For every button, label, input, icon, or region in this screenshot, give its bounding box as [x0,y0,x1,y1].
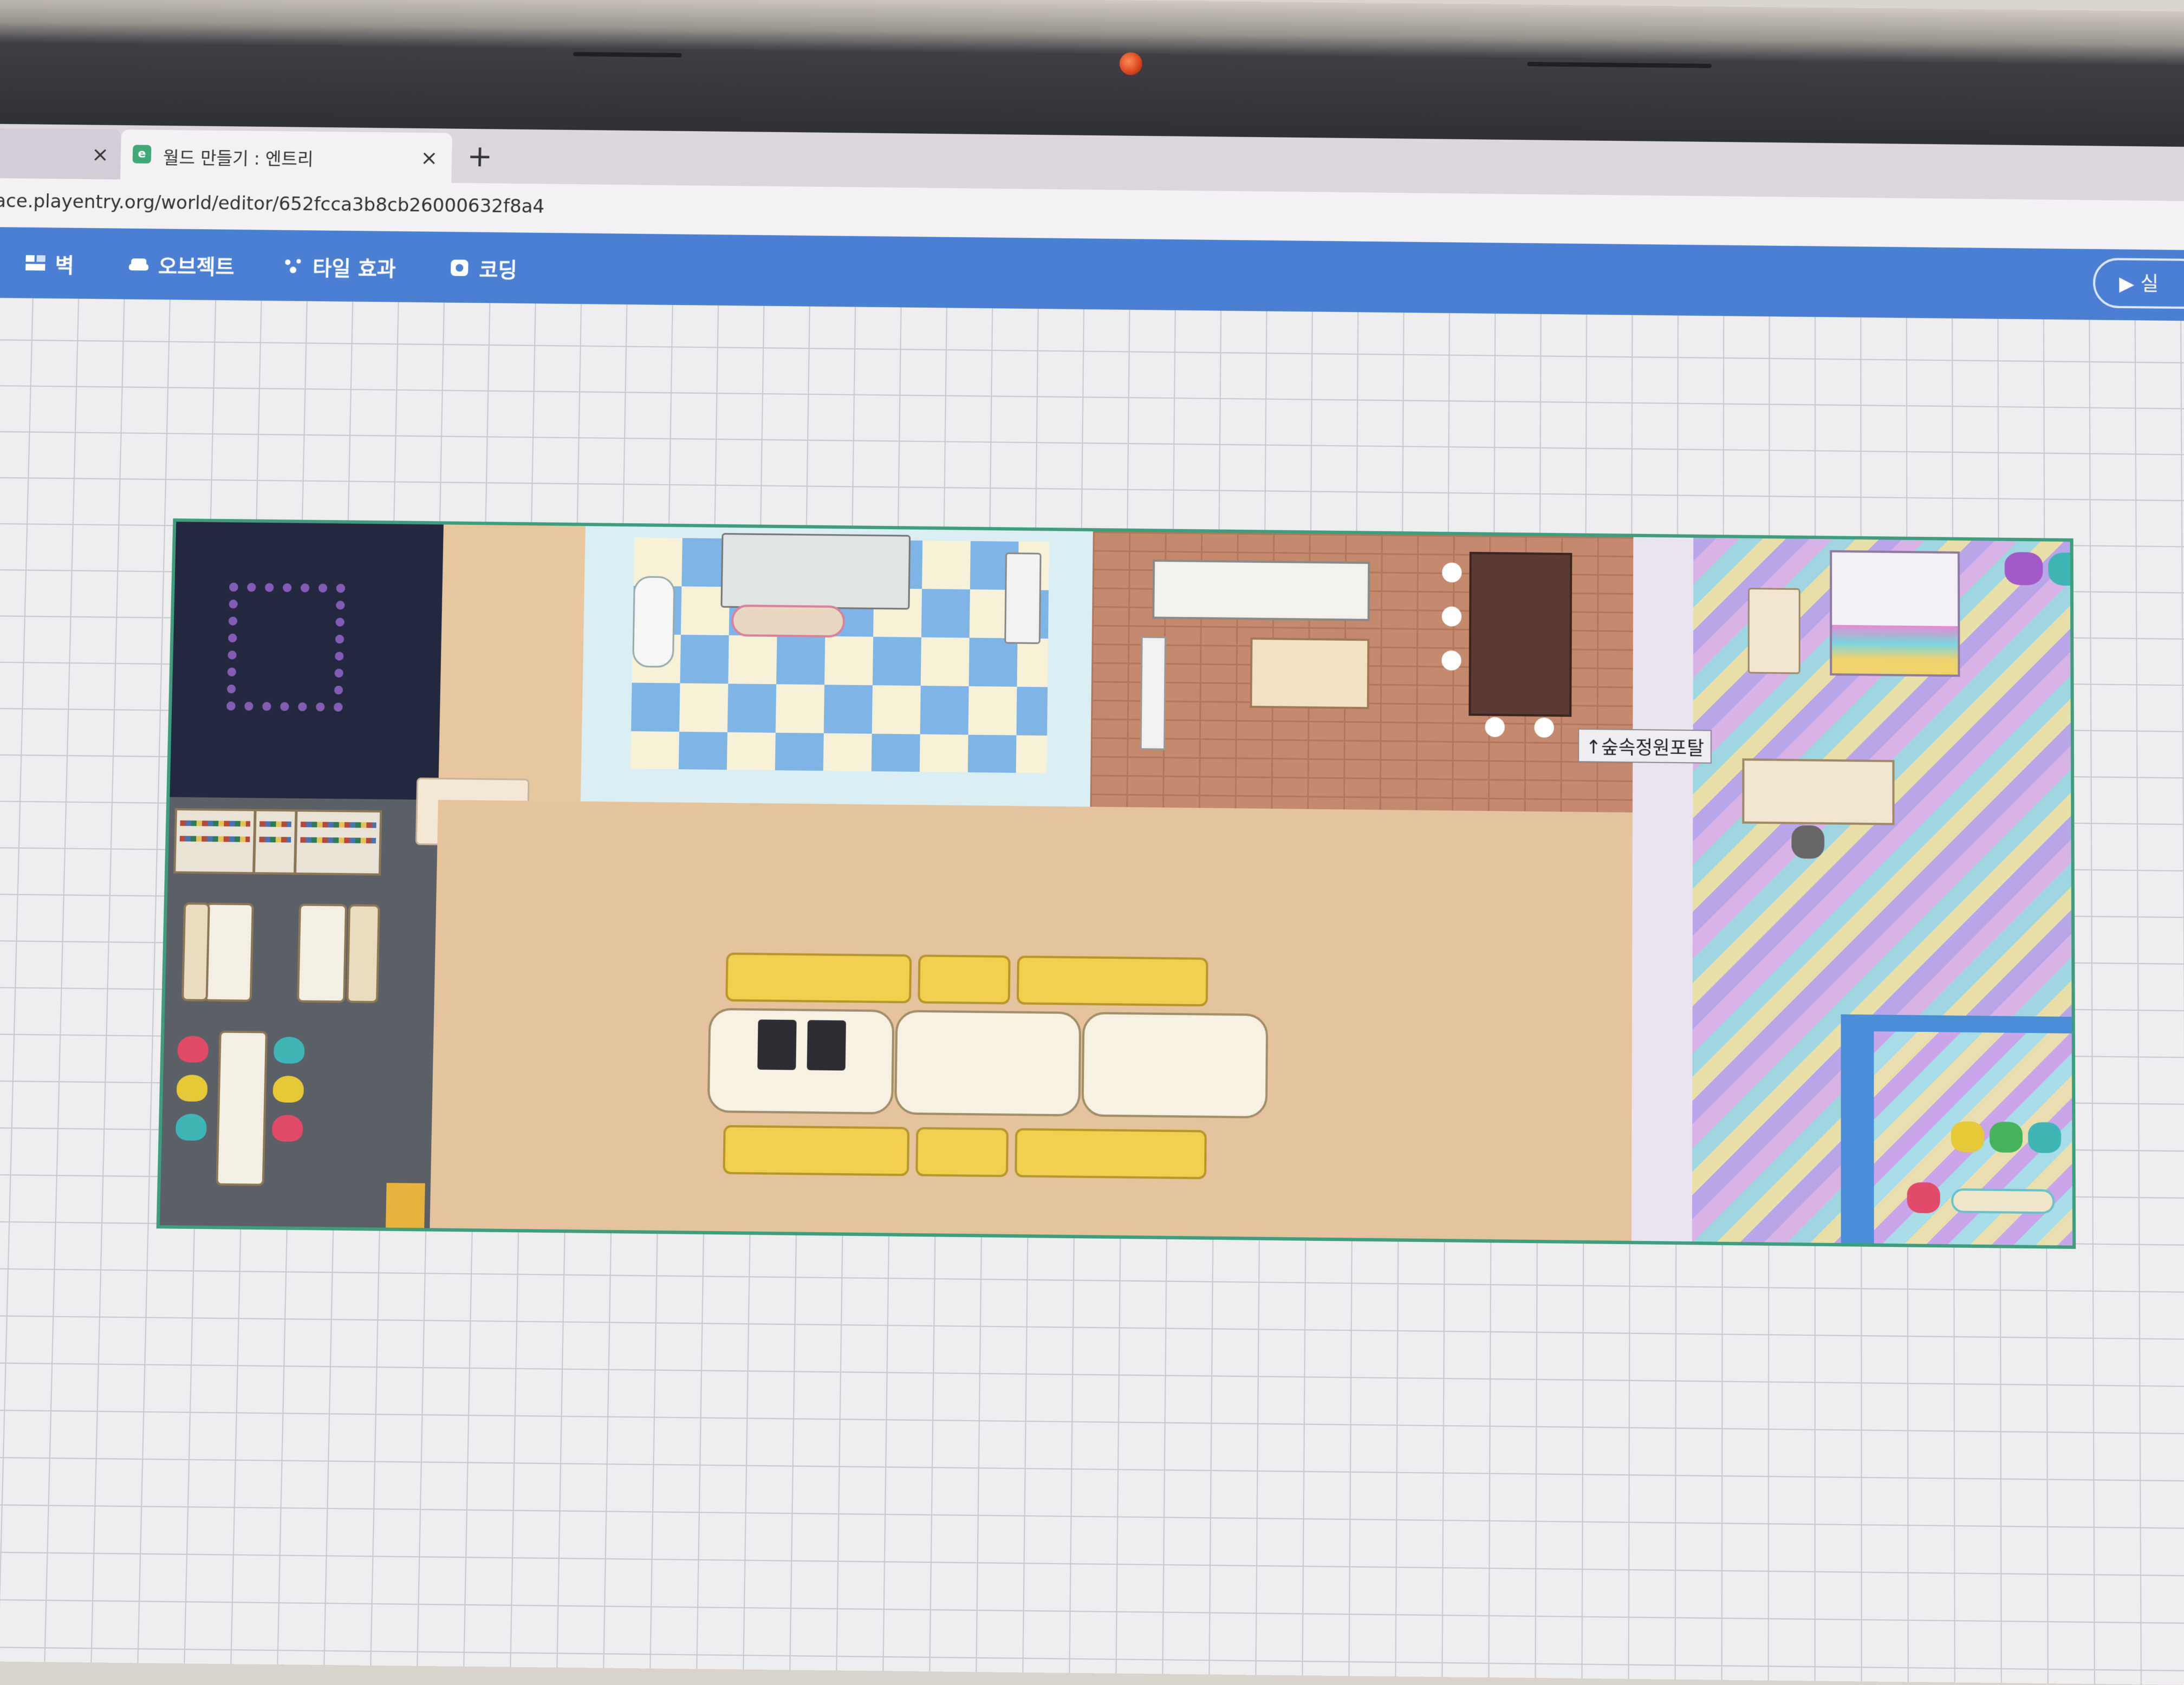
toolbar-coding-button[interactable]: 코딩 [448,252,517,283]
toolbar-item-label: 코딩 [478,257,517,282]
coding-icon [450,259,469,276]
sofa[interactable] [1015,1128,1207,1180]
stool[interactable] [1442,562,1462,583]
sofa[interactable] [725,952,912,1004]
portal-label[interactable]: ↑숲속정원포탈 [1578,728,1712,764]
kitchen-counter[interactable] [1152,559,1370,621]
beanbag[interactable] [1907,1182,1940,1214]
sofa[interactable] [915,1127,1009,1177]
toolbar-object-button[interactable]: 오브젝트 [127,249,235,280]
bookshelf[interactable] [294,809,382,876]
beanbag[interactable] [272,1075,304,1103]
computer-monitor[interactable] [757,1019,797,1070]
bathroom[interactable] [580,526,1093,807]
bench[interactable] [346,904,380,1004]
stool[interactable] [1441,650,1461,671]
bed[interactable] [1830,550,1960,677]
new-tab-button[interactable]: + [467,139,493,174]
tab-close-icon[interactable]: × [420,146,438,170]
pizza-table[interactable] [1081,1012,1269,1119]
screen: × e 월드 만들기 : 엔트리 × + ace.playentry.org/w… [0,123,2184,1685]
beanbag[interactable] [273,1036,305,1064]
dessert-table[interactable] [894,1010,1082,1117]
toilet[interactable] [1004,552,1042,645]
bath-rug[interactable] [731,604,846,638]
wall-icon [25,255,46,271]
editor-canvas[interactable]: ↑숲속정원포탈 [0,297,2184,1685]
bezel-detail [1527,62,1712,68]
lounge-floor[interactable] [430,799,1633,1241]
webcam-icon [1119,52,1143,75]
kitchen[interactable] [1090,531,1634,813]
tab-close-icon[interactable]: × [91,142,109,166]
corridor[interactable] [1631,537,1694,1242]
library-table[interactable] [296,903,348,1003]
portal-effect [226,582,346,712]
photo-of-monitor: × e 월드 만들기 : 엔트리 × + ace.playentry.org/w… [0,0,2184,1685]
browser-tab-active[interactable]: e 월드 만들기 : 엔트리 × [120,129,453,183]
sofa[interactable] [918,954,1011,1005]
nightstand[interactable] [1747,588,1800,674]
computer-table[interactable] [707,1007,895,1115]
toolbar-tile-effect-button[interactable]: 타일 효과 [282,251,396,282]
bench[interactable] [181,902,210,1001]
bezel-detail [573,51,682,57]
toolbar-wall-button[interactable]: 벽 [24,248,75,278]
browser-tab-previous[interactable]: × [0,128,122,180]
beanbag[interactable] [175,1114,207,1141]
floor-tile-effect [385,1182,425,1228]
beanbag[interactable] [2028,1122,2062,1154]
sofa-icon [128,258,149,271]
library-table[interactable] [216,1030,268,1186]
sofa[interactable] [1016,955,1208,1007]
toolbar-item-label: 벽 [54,253,75,278]
stool[interactable] [1441,606,1462,627]
beanbag[interactable] [1951,1121,1984,1153]
dining-table[interactable] [1468,551,1572,717]
library-room[interactable] [159,797,438,1228]
bookshelf[interactable] [252,809,297,875]
desk[interactable] [1742,758,1895,825]
rug[interactable] [1951,1188,2055,1214]
beanbag[interactable] [1989,1122,2023,1153]
beanbag[interactable] [176,1075,208,1102]
stool[interactable] [1485,717,1505,737]
sofa[interactable] [723,1125,910,1176]
fridge[interactable] [1140,636,1167,750]
beanbag[interactable] [271,1114,303,1142]
sparkle-icon [285,258,301,273]
entry-favicon-icon: e [132,145,152,164]
stool[interactable] [1534,717,1554,738]
tab-title: 월드 만들기 : 엔트리 [162,147,314,170]
bathtub[interactable] [632,576,675,668]
world-map[interactable] [156,518,2076,1249]
bookshelf[interactable] [173,808,256,875]
library-table[interactable] [203,902,254,1002]
washing-machines[interactable] [720,533,911,610]
run-button[interactable]: ▶ 실 [2092,257,2184,309]
url-text[interactable]: ace.playentry.org/world/editor/652fcca3b… [0,190,545,218]
beanbag[interactable] [2004,552,2043,585]
space-room[interactable] [170,522,444,800]
pool[interactable] [1841,1014,2073,1246]
desk-chair[interactable] [1791,825,1825,859]
computer-monitor[interactable] [807,1020,846,1071]
kitchen-rug[interactable] [1250,637,1370,710]
beanbag[interactable] [177,1036,209,1063]
toolbar-item-label: 오브젝트 [158,254,235,279]
toolbar-item-label: 타일 효과 [312,256,396,281]
bedroom[interactable] [1692,537,2076,1246]
beanbag[interactable] [2048,552,2076,586]
